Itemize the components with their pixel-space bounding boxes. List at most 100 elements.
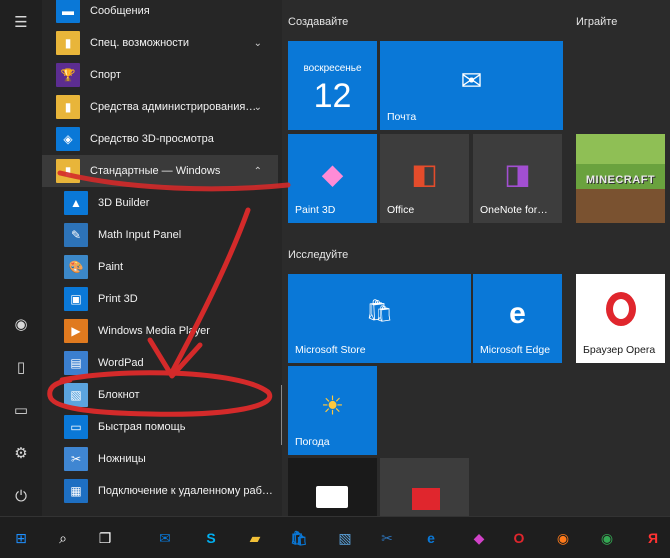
app-label: Ножницы [98, 453, 146, 465]
app-label: Print 3D [98, 293, 138, 305]
app-list-item[interactable]: ▮ Стандартные — Windows ⌃ [42, 155, 278, 187]
opera-tile-label: Браузер Opera [583, 344, 656, 356]
settings-icon[interactable]: ⚙ [9, 441, 33, 465]
snipping-icon[interactable]: ✂ [374, 525, 400, 551]
pictures-icon[interactable]: ▭ [9, 398, 33, 422]
weather-tile-label: Погода [295, 436, 330, 448]
paint3d-icon[interactable]: ◆ [466, 525, 492, 551]
chevron-down-icon[interactable]: ⌄ [254, 102, 262, 113]
paint3d-tile[interactable]: ◆ Paint 3D [288, 134, 377, 223]
explorer-icon[interactable]: ▰ [242, 525, 268, 551]
app-icon: ✎ [64, 223, 88, 247]
mail-tile-label: Почта [387, 111, 417, 123]
power-icon[interactable]: ⏻ [9, 484, 33, 508]
app-list-item[interactable]: ▶ Windows Media Player [42, 315, 278, 347]
edge-tile[interactable]: e Microsoft Edge [473, 274, 562, 363]
app-icon: ◈ [56, 127, 80, 151]
mail-tile[interactable]: ✉ Почта [380, 41, 563, 130]
left-rail: ☰ ◉ ▯ ▭ ⚙ ⏻ [0, 0, 42, 516]
opera-icon [606, 292, 636, 326]
app-icon: ✂ [64, 447, 88, 471]
weather-tile[interactable]: ☀ Погода [288, 366, 377, 455]
minecraft-logo: MINECRAFT [585, 174, 656, 186]
app-icon: 🎨 [64, 255, 88, 279]
app-list-item[interactable]: ◈ Средство 3D-просмотра [42, 123, 278, 155]
app-icon: ▣ [64, 287, 88, 311]
office-tile[interactable]: ◧ Office [380, 134, 469, 223]
app-label: Стандартные — Windows [90, 165, 221, 177]
app-icon: 🏆 [56, 63, 80, 87]
app-icon: ▶ [64, 319, 88, 343]
app-list-item[interactable]: ▬ Сообщения [42, 0, 278, 27]
app-list-item[interactable]: ▣ Print 3D [42, 283, 278, 315]
app-icon: ▦ [64, 479, 88, 503]
app-label: Средства администрирования… [90, 101, 257, 113]
app-label: Средство 3D-просмотра [90, 133, 214, 145]
mail-icon[interactable]: ✉ [152, 525, 178, 551]
opera-tile[interactable]: Браузер Opera [576, 274, 665, 363]
app-list: ▬ Сообщения ▮ Спец. возможности ⌄ 🏆 Спорт ▮ Сред… [42, 0, 282, 516]
task-view-icon[interactable]: ❐ [92, 525, 118, 551]
document-icon[interactable]: ▯ [9, 355, 33, 379]
app-icon: ▬ [56, 0, 80, 23]
search-icon[interactable]: ⌕ [50, 525, 76, 551]
store-icon[interactable]: 🛍 [286, 525, 312, 551]
app-list-item[interactable]: ▲ 3D Builder [42, 187, 278, 219]
chrome-icon[interactable]: ◉ [594, 525, 620, 551]
app-list-item[interactable]: 🏆 Спорт [42, 59, 278, 91]
app-label: Math Input Panel [98, 229, 182, 241]
chevron-up-icon[interactable]: ⌃ [254, 166, 262, 177]
app-label: Сообщения [90, 5, 150, 17]
app-icon: ▮ [56, 31, 80, 55]
app-label: Paint [98, 261, 124, 273]
store-tile-label: Microsoft Store [295, 344, 366, 356]
onenote-tile-label: OneNote for… [480, 204, 548, 216]
notepad-icon[interactable]: ▧ [332, 525, 358, 551]
edge-icon[interactable]: e [418, 525, 444, 551]
minecraft-tile[interactable]: MINECRAFT [576, 134, 665, 223]
app-icon: ▮ [56, 159, 80, 183]
onenote-tile[interactable]: ◨ OneNote for… [473, 134, 562, 223]
mail-icon: ✉ [460, 65, 483, 96]
app-list-item[interactable]: ▦ Подключение к удаленному раб… [42, 475, 278, 507]
store-icon: 🛍 [365, 298, 394, 324]
store-tile[interactable]: 🛍 Microsoft Store [288, 274, 471, 363]
app-list-item[interactable]: ▭ Быстрая помощь [42, 411, 278, 443]
taskbar: ⊞ ⌕ ❐ ✉ S ▰ 🛍 ▧ ✂ e ◆ O ◉ ◉ Я [0, 516, 670, 558]
user-icon[interactable]: ◉ [9, 312, 33, 336]
app-list-item[interactable]: ▮ Спец. возможности ⌄ [42, 27, 278, 59]
calendar-tile[interactable]: воскресенье 12 [288, 41, 377, 130]
paint3d-icon: ◆ [321, 158, 344, 190]
app-list-item[interactable]: ▤ WordPad [42, 347, 278, 379]
calendar-day: воскресенье [303, 63, 362, 74]
news-tile[interactable] [380, 458, 469, 516]
paint3d-tile-label: Paint 3D [295, 204, 336, 216]
app-list-item[interactable]: 🎨 Paint [42, 251, 278, 283]
group-title-explore: Исследуйте [288, 249, 349, 261]
app-list-item[interactable]: ▧ Блокнот [42, 379, 278, 411]
app-list-item[interactable]: ▮ Средства администрирования… ⌄ [42, 91, 278, 123]
app-label: Спец. возможности [90, 37, 189, 49]
yandex-icon[interactable]: Я [640, 525, 666, 551]
app-label: Windows Media Player [98, 325, 210, 337]
app-icon: ▧ [64, 383, 88, 407]
app-icon: ▮ [56, 95, 80, 119]
weather-icon: ☀ [320, 390, 345, 421]
chevron-down-icon[interactable]: ⌄ [254, 38, 262, 49]
minecraft-sky [576, 134, 665, 164]
firefox-icon[interactable]: ◉ [550, 525, 576, 551]
dolby-tile[interactable] [288, 458, 377, 516]
app-list-item[interactable]: ✂ Ножницы [42, 443, 278, 475]
group-title-create: Создавайте [288, 16, 349, 28]
app-label: WordPad [98, 357, 144, 369]
tiles-area: Создавайте Играйте Исследуйте воскресень… [282, 0, 670, 516]
opera-icon[interactable]: O [506, 525, 532, 551]
app-list-item[interactable]: ✎ Math Input Panel [42, 219, 278, 251]
app-icon: ▤ [64, 351, 88, 375]
hamburger-icon[interactable]: ☰ [9, 10, 33, 34]
dolby-icon [316, 486, 348, 508]
app-label: Спорт [90, 69, 121, 81]
skype-icon[interactable]: S [198, 525, 224, 551]
start-icon[interactable]: ⊞ [8, 525, 34, 551]
group-title-play: Играйте [576, 16, 618, 28]
